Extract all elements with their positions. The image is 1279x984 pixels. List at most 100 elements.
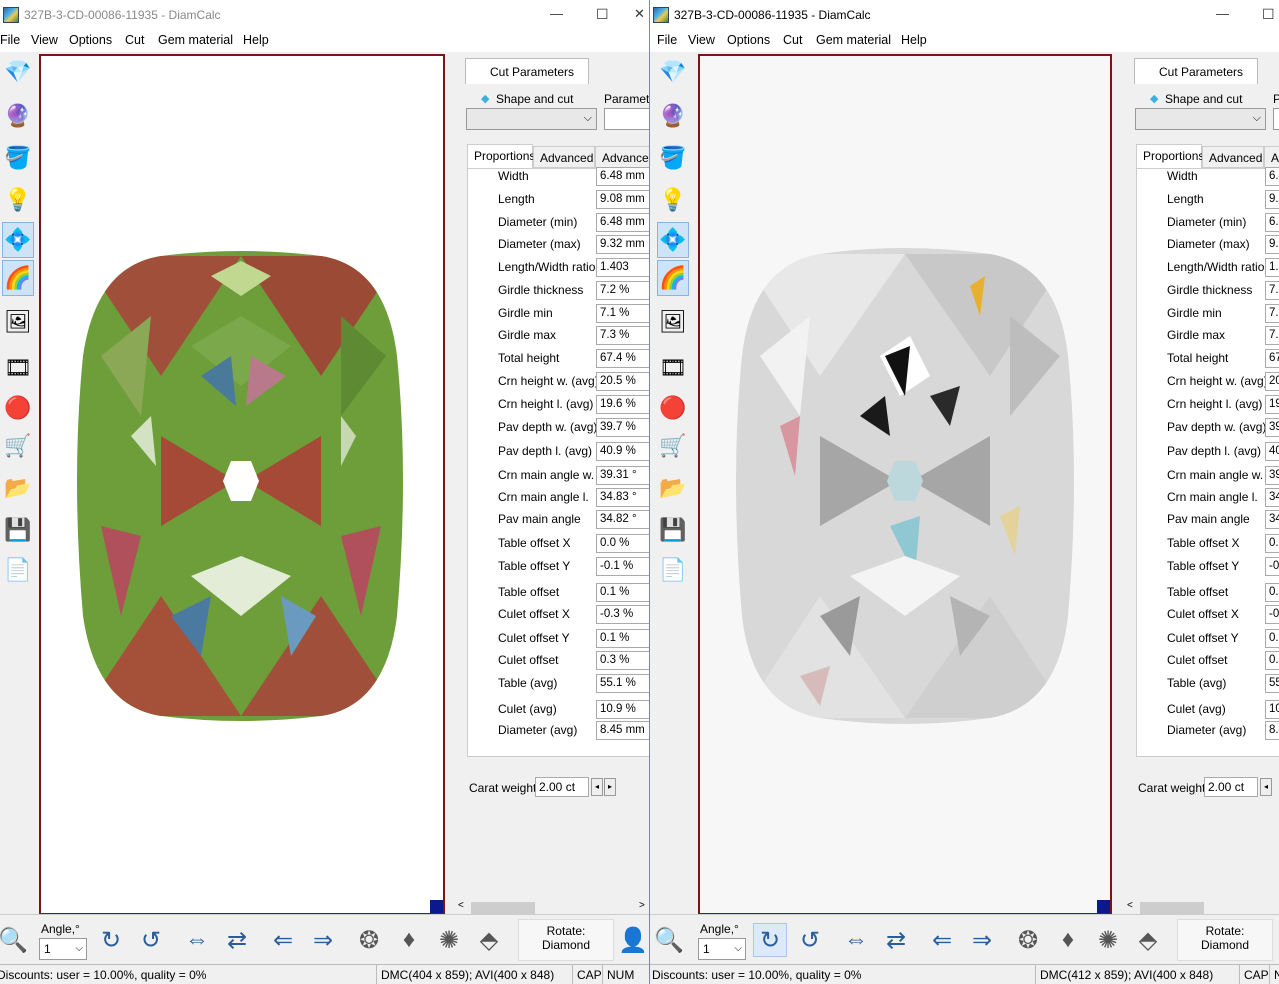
proportion-value[interactable]: 7.3 %	[596, 326, 649, 345]
tilt-right-icon[interactable]: ⇒	[306, 923, 340, 957]
flip-horizontal-2-icon[interactable]: ⇄	[220, 923, 254, 957]
flip-horizontal-icon[interactable]: ⇔	[839, 923, 873, 957]
proportion-value[interactable]: -0.	[1265, 605, 1279, 624]
proportion-value[interactable]: 9.0	[1265, 190, 1279, 209]
tab-proportions[interactable]: Proportions	[467, 144, 535, 168]
side-view-icon[interactable]: ♦	[392, 923, 426, 957]
save-disk-icon[interactable]: 💾	[2, 512, 34, 548]
diamond-cart-icon[interactable]: 🛒	[2, 428, 34, 464]
proportion-value[interactable]: 19.6 %	[596, 395, 649, 414]
proportion-value[interactable]: 20.5 %	[596, 372, 649, 391]
close-icon[interactable]: ✕	[634, 6, 645, 22]
rotate-ccw-icon[interactable]: ↺	[793, 923, 827, 957]
proportion-value[interactable]: 1.403	[596, 258, 649, 277]
spectrum-icon[interactable]: 🌈	[657, 260, 689, 296]
rotate-target[interactable]: Rotate: Diamond	[1177, 919, 1273, 961]
proportion-value[interactable]: 0.0	[1265, 534, 1279, 553]
proportion-value[interactable]: 39	[1265, 466, 1279, 485]
film-play-icon[interactable]: 🎞	[2, 350, 34, 386]
tilt-left-icon[interactable]: ⇐	[266, 923, 300, 957]
proportion-value[interactable]: 7.2 %	[596, 281, 649, 300]
film-record-icon[interactable]: 🔴	[657, 390, 689, 426]
word-document-icon[interactable]: 📄	[657, 552, 689, 588]
tab-cut-parameters[interactable]: Cut Parameters	[465, 58, 589, 84]
minimize-icon[interactable]: —	[550, 6, 563, 21]
tilt-left-icon[interactable]: ⇐	[925, 923, 959, 957]
profile-view-icon[interactable]: ⬘	[1131, 923, 1165, 957]
rotate-cw-icon[interactable]: ↻	[753, 923, 787, 957]
proportion-value[interactable]: 10.9 %	[596, 700, 649, 719]
diamond-shape-icon[interactable]: 💎	[657, 54, 689, 90]
diamond-viewport[interactable]	[39, 54, 445, 915]
maximize-icon[interactable]: ☐	[1262, 6, 1275, 23]
menu-cut[interactable]: Cut	[125, 33, 144, 47]
diamond-shape-icon[interactable]: 💎	[2, 54, 34, 90]
zoom-icon[interactable]: 🔍	[652, 923, 686, 957]
open-folder-icon[interactable]: 📂	[2, 470, 34, 506]
proportion-value[interactable]: 0.1 %	[596, 629, 649, 648]
proportion-value[interactable]: 0.3	[1265, 651, 1279, 670]
tab-cut-parameters[interactable]: Cut Parameters	[1134, 58, 1258, 84]
proportion-value[interactable]: 6.48 mm	[596, 213, 649, 232]
proportion-value[interactable]: 0.0 %	[596, 534, 649, 553]
shape-and-cut-select[interactable]: ⌵	[466, 108, 597, 130]
proportion-value[interactable]: 55.1 %	[596, 674, 649, 693]
angle-select[interactable]: 1 ⌵	[698, 938, 746, 960]
proportion-value[interactable]: 67.4 %	[596, 349, 649, 368]
menu-view[interactable]: View	[688, 33, 715, 47]
proportion-value[interactable]: 9.3	[1265, 235, 1279, 254]
minimize-icon[interactable]: —	[1216, 6, 1229, 21]
carat-decrease-button[interactable]: ◂	[1260, 778, 1272, 796]
picture-icon[interactable]: 🖼	[657, 304, 689, 340]
proportion-value[interactable]: -0.	[1265, 557, 1279, 576]
proportion-value[interactable]: -0.1 %	[596, 557, 649, 576]
carat-decrease-button[interactable]: ◂	[591, 778, 603, 796]
proportion-value[interactable]: 19	[1265, 395, 1279, 414]
zoom-icon[interactable]: 🔍	[0, 923, 30, 957]
shape-and-cut-select[interactable]: ⌵	[1135, 108, 1266, 130]
proportion-value[interactable]: 34.82 °	[596, 510, 649, 529]
proportion-value[interactable]: 0.1	[1265, 629, 1279, 648]
proportion-value[interactable]: 8.45 mm	[596, 721, 649, 740]
proportion-value[interactable]: 34	[1265, 510, 1279, 529]
save-disk-icon[interactable]: 💾	[657, 512, 689, 548]
parameters-select[interactable]	[1273, 108, 1279, 130]
carat-weight-input[interactable]: 2.00 ct	[1204, 777, 1258, 797]
spectrum-icon[interactable]: 🌈	[2, 260, 34, 296]
bottom-view-icon[interactable]: ✺	[432, 923, 466, 957]
resize-corner[interactable]	[430, 900, 443, 913]
menu-options[interactable]: Options	[727, 33, 770, 47]
light-bulb-icon[interactable]: 💡	[2, 182, 34, 218]
proportion-value[interactable]: 9.08 mm	[596, 190, 649, 209]
proportion-value[interactable]: 34.83 °	[596, 488, 649, 507]
diamond-viewport[interactable]	[698, 54, 1112, 915]
proportion-value[interactable]: 6.48 mm	[596, 167, 649, 186]
bottom-view-icon[interactable]: ✺	[1091, 923, 1125, 957]
menu-options[interactable]: Options	[69, 33, 112, 47]
profile-view-icon[interactable]: ⬘	[472, 923, 506, 957]
menu-file[interactable]: File	[657, 33, 677, 47]
scroll-left-icon[interactable]: <	[458, 900, 464, 911]
paint-bucket-icon[interactable]: 🪣	[657, 140, 689, 176]
menu-gem-material[interactable]: Gem material	[816, 33, 891, 47]
film-play-icon[interactable]: 🎞	[657, 350, 689, 386]
word-document-icon[interactable]: 📄	[2, 552, 34, 588]
tab-proportions[interactable]: Proportions	[1136, 144, 1204, 168]
proportion-value[interactable]: 0.1	[1265, 583, 1279, 602]
side-view-icon[interactable]: ♦	[1051, 923, 1085, 957]
tab-advanced[interactable]: Advanced	[533, 146, 595, 168]
picture-icon[interactable]: 🖼	[2, 304, 34, 340]
proportion-value[interactable]: 6.4	[1265, 167, 1279, 186]
rotate-ccw-icon[interactable]: ↺	[134, 923, 168, 957]
scroll-right-icon[interactable]: >	[639, 900, 645, 911]
menu-file[interactable]: File	[0, 33, 20, 47]
scroll-thumb[interactable]	[471, 902, 535, 914]
carat-weight-input[interactable]: 2.00 ct	[535, 777, 589, 797]
proportion-value[interactable]: 34	[1265, 488, 1279, 507]
proportion-value[interactable]: 9.32 mm	[596, 235, 649, 254]
proportion-value[interactable]: 67	[1265, 349, 1279, 368]
proportion-value[interactable]: 55	[1265, 674, 1279, 693]
flip-horizontal-2-icon[interactable]: ⇄	[879, 923, 913, 957]
tab-advanced-2[interactable]: Ad	[1264, 146, 1279, 168]
rotate-target[interactable]: Rotate: Diamond	[518, 919, 614, 961]
